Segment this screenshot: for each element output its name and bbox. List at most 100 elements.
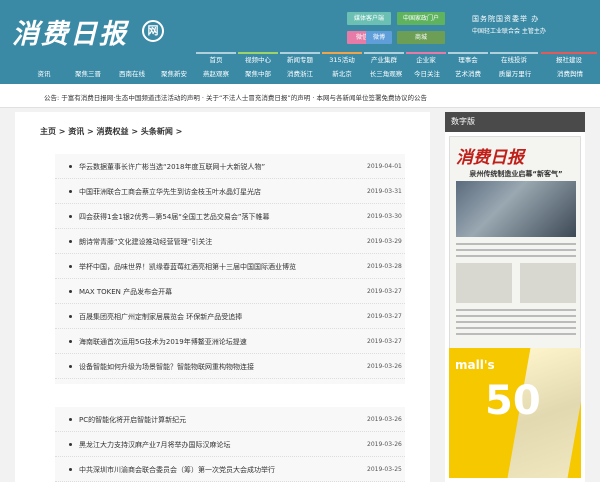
nav-special[interactable]: 新闻专题 <box>280 52 320 67</box>
paper-text-line <box>456 249 576 251</box>
site-header: 消费日报 网 媒体客户端 中国家政门户 微信 微博 商城 国务院国资委举 办 中… <box>0 0 600 84</box>
bullet <box>69 265 72 268</box>
news-title[interactable]: 四会获得1金1银2优秀—第54届“全国工艺品交易会”落下帷幕 <box>79 212 270 222</box>
news-title[interactable]: 黑龙江大力支持汉麻产业7月将举办国际汉麻论坛 <box>79 440 230 450</box>
nav-southwest[interactable]: 西南在线 <box>112 67 152 82</box>
housekeeping-portal-button[interactable]: 中国家政门户 <box>397 12 445 25</box>
paper-text-line <box>456 255 576 257</box>
nav-entrepreneur[interactable]: 企业家 <box>406 52 446 67</box>
news-title[interactable]: MAX TOKEN 产品发布会开幕 <box>79 287 172 297</box>
news-title[interactable]: 设备智能如何升级为场景智能？智能物联网重构物物连接 <box>79 362 254 372</box>
paper-text-line <box>456 333 576 335</box>
news-date: 2019-03-27 <box>367 288 402 295</box>
paper-text-line <box>456 309 576 311</box>
nav-beijing[interactable]: 新北京 <box>322 67 362 82</box>
news-title[interactable]: 中共深圳市川渝商会联合委员会（筹）第一次党员大会成功举行 <box>79 465 275 475</box>
paper-block <box>520 263 576 303</box>
bullet <box>69 418 72 421</box>
news-title[interactable]: 朗诗常青藤“文化建设推动经营管理”引关注 <box>79 237 212 247</box>
site-logo[interactable]: 消费日报 <box>12 12 128 51</box>
nav-construction[interactable]: 报社建设 <box>541 52 597 67</box>
news-date: 2019-04-01 <box>367 163 402 170</box>
news-title[interactable]: 海南联通首次运用5G技术为2019年博鳌亚洲论坛提速 <box>79 337 247 347</box>
paper-text-line <box>456 315 576 317</box>
paper-text-line <box>456 243 576 245</box>
bullet <box>69 468 72 471</box>
list-item[interactable]: MAX TOKEN 产品发布会开幕 2019-03-27 <box>55 279 405 304</box>
news-title[interactable]: 举杯中国，品味世界！凯缘春蓝莓红酒亮相第十三届中国国际酒业博览 <box>79 262 296 272</box>
nav-industry[interactable]: 产业集群 <box>364 52 404 67</box>
nav-today[interactable]: 今日关注 <box>408 67 446 82</box>
logo-badge: 网 <box>142 20 164 42</box>
ad-number: 50 <box>485 378 541 424</box>
list-item[interactable]: 设备智能如何升级为场景智能？智能物联网重构物物连接 2019-03-26 <box>55 354 405 379</box>
digital-edition-title: 数字版 <box>445 112 585 132</box>
news-title[interactable]: 百晟集团亮相广州定制家居展览会 环保新产品受追捧 <box>79 312 242 322</box>
nav-yangtze[interactable]: 长三角观察 <box>364 67 408 82</box>
news-date: 2019-03-26 <box>367 363 402 370</box>
nav-council[interactable]: 理事会 <box>448 52 488 67</box>
nav-opinion[interactable]: 消费舆情 <box>542 67 598 82</box>
bullet <box>69 190 72 193</box>
news-date: 2019-03-26 <box>367 441 402 448</box>
mall-button[interactable]: 商城 <box>397 31 445 44</box>
nav-quality[interactable]: 质量万里行 <box>490 67 540 82</box>
paper-text-line <box>456 327 576 329</box>
nav-315[interactable]: 315活动 <box>322 52 362 67</box>
bullet <box>69 240 72 243</box>
nav-sanjin[interactable]: 聚焦三晋 <box>66 67 110 82</box>
bullet <box>69 365 72 368</box>
nav-central[interactable]: 聚焦中部 <box>238 67 278 82</box>
nav-yanzhao[interactable]: 燕赵观察 <box>196 67 236 82</box>
list-item[interactable]: 中共深圳市川渝商会联合委员会（筹）第一次党员大会成功举行 2019-03-25 <box>55 457 405 482</box>
sponsor-line-1: 国务院国资委举 办 <box>472 15 540 23</box>
advertisement-banner[interactable]: mall's 50 <box>449 348 581 478</box>
nav-xinan[interactable]: 聚焦新安 <box>152 67 196 82</box>
list-item[interactable]: 四会获得1金1银2优秀—第54届“全国工艺品交易会”落下帷幕 2019-03-30 <box>55 204 405 229</box>
news-title[interactable]: 华云数据董事长许广彬当选“2018年度互联网十大新锐人物” <box>79 162 265 172</box>
bullet <box>69 290 72 293</box>
news-title[interactable]: PC的智能化将开启智能计算新纪元 <box>79 415 186 425</box>
nav-art[interactable]: 艺术消费 <box>448 67 488 82</box>
secondary-nav: 资讯 聚焦三晋 西南在线 聚焦新安 燕赵观察 聚焦中部 消费浙江 新北京 长三角… <box>0 67 600 82</box>
news-date: 2019-03-27 <box>367 313 402 320</box>
news-date: 2019-03-30 <box>367 213 402 220</box>
news-date: 2019-03-27 <box>367 338 402 345</box>
news-date: 2019-03-26 <box>367 416 402 423</box>
list-item[interactable]: 朗诗常青藤“文化建设推动经营管理”引关注 2019-03-29 <box>55 229 405 254</box>
paper-masthead: 消费日报 <box>456 148 524 168</box>
nav-zhejiang[interactable]: 消费浙江 <box>280 67 320 82</box>
paper-headline: 泉州传统制造业启幕“新客气” <box>469 170 563 178</box>
list-item[interactable]: 举杯中国，品味世界！凯缘春蓝莓红酒亮相第十三届中国国际酒业博览 2019-03-2… <box>55 254 405 279</box>
paper-block <box>456 263 512 303</box>
news-date: 2019-03-28 <box>367 263 402 270</box>
sidebar: 数字版 消费日报 泉州传统制造业启幕“新客气” mall's 50 <box>445 112 585 482</box>
main-content: 主页 > 资讯 > 消费权益 > 头条新闻 > 华云数据董事长许广彬当选“201… <box>15 112 430 482</box>
breadcrumb[interactable]: 主页 > 资讯 > 消费权益 > 头条新闻 > <box>40 126 182 137</box>
news-date: 2019-03-31 <box>367 188 402 195</box>
list-item[interactable]: 华云数据董事长许广彬当选“2018年度互联网十大新锐人物” 2019-04-01 <box>55 154 405 179</box>
nav-news[interactable]: 资讯 <box>24 67 64 82</box>
list-item[interactable]: 中国菲洲联合工商会蔡立华先生到访金枝玉叶水晶灯星光店 2019-03-31 <box>55 179 405 204</box>
nav-home[interactable]: 首页 <box>196 52 236 67</box>
news-date: 2019-03-25 <box>367 466 402 473</box>
list-item[interactable]: 百晟集团亮相广州定制家居展览会 环保新产品受追捧 2019-03-27 <box>55 304 405 329</box>
weibo-button[interactable]: 微博 <box>366 31 392 44</box>
nav-complaint[interactable]: 在线投诉 <box>490 52 538 67</box>
notice-bar: 公告: 于富有消费日报网·生态中国频道违法活动的声明 · 关于“不法人士冒充消费… <box>0 84 600 108</box>
list-item[interactable]: PC的智能化将开启智能计算新纪元 2019-03-26 <box>55 407 405 432</box>
sponsor-line-2: 中国轻工业联合会 主管主办 <box>472 28 546 35</box>
news-list-primary: 华云数据董事长许广彬当选“2018年度互联网十大新锐人物” 2019-04-01 … <box>55 154 405 384</box>
bullet <box>69 165 72 168</box>
list-item[interactable]: 海南联通首次运用5G技术为2019年博鳌亚洲论坛提速 2019-03-27 <box>55 329 405 354</box>
bullet <box>69 340 72 343</box>
paper-text-line <box>456 321 576 323</box>
bullet <box>69 315 72 318</box>
news-title[interactable]: 中国菲洲联合工商会蔡立华先生到访金枝玉叶水晶灯星光店 <box>79 187 261 197</box>
nav-video[interactable]: 视频中心 <box>238 52 278 67</box>
client-app-button[interactable]: 媒体客户端 <box>347 12 391 25</box>
ad-brand: mall's <box>455 358 495 372</box>
list-item[interactable]: 黑龙江大力支持汉麻产业7月将举办国际汉麻论坛 2019-03-26 <box>55 432 405 457</box>
notice-text[interactable]: 公告: 于富有消费日报网·生态中国频道违法活动的声明 · 关于“不法人士冒充消费… <box>44 92 427 102</box>
bullet <box>69 443 72 446</box>
